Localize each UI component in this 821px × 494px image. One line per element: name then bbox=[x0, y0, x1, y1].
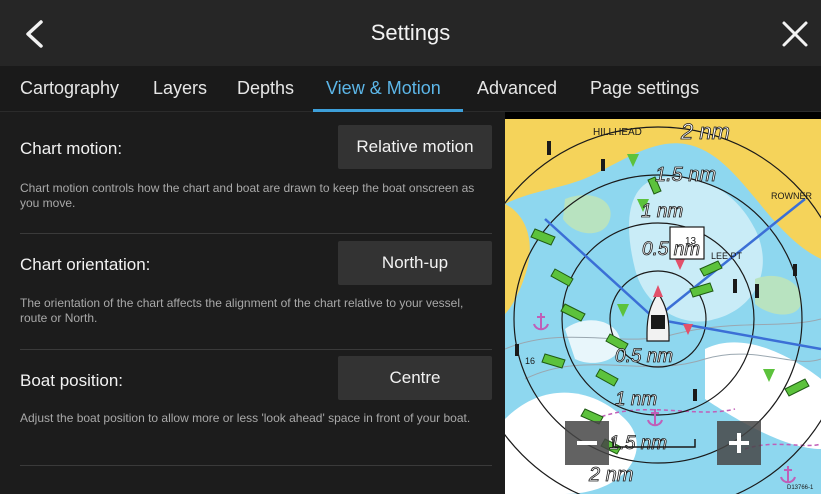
tab-layers[interactable]: Layers bbox=[153, 78, 207, 99]
beacon-icon bbox=[693, 389, 697, 401]
boat-position-description: Adjust the boat position to allow more o… bbox=[20, 411, 471, 425]
range-label: 1 nm bbox=[641, 201, 683, 222]
place-label: LEE PT bbox=[711, 251, 743, 261]
beacon-icon bbox=[601, 159, 605, 171]
close-icon bbox=[782, 21, 808, 47]
range-label: 2 nm bbox=[680, 119, 730, 144]
range-label: 0.5 nm bbox=[615, 346, 673, 367]
place-label: ROWNER bbox=[771, 191, 812, 201]
tab-bar: Cartography Layers Depths View & Motion … bbox=[0, 66, 821, 112]
minus-icon bbox=[577, 441, 597, 445]
beacon-icon bbox=[515, 344, 519, 356]
range-label: 1.5 nm bbox=[655, 164, 716, 186]
chart-motion-button[interactable]: Relative motion bbox=[338, 125, 492, 169]
tab-advanced[interactable]: Advanced bbox=[477, 78, 557, 99]
chart-orientation-description: The orientation of the chart affects the… bbox=[20, 296, 464, 325]
boat-position-button[interactable]: Centre bbox=[338, 356, 492, 400]
chart-preview[interactable]: 13 16 HILLHEAD ROWNER LEE PT 2 nm 1.5 nm… bbox=[505, 119, 821, 494]
tab-page-settings[interactable]: Page settings bbox=[590, 78, 699, 99]
nautical-chart: 13 16 HILLHEAD ROWNER LEE PT 2 nm 1.5 nm… bbox=[505, 119, 821, 494]
place-label: HILLHEAD bbox=[593, 127, 642, 138]
beacon-icon bbox=[547, 141, 551, 155]
tab-depths[interactable]: Depths bbox=[237, 78, 294, 99]
zoom-out-button[interactable] bbox=[565, 421, 609, 465]
tab-view-motion[interactable]: View & Motion bbox=[326, 78, 441, 99]
divider bbox=[20, 349, 492, 350]
close-button[interactable] bbox=[775, 14, 815, 54]
plus-icon bbox=[729, 433, 749, 453]
chart-motion-label: Chart motion: bbox=[20, 139, 123, 158]
chart-motion-description: Chart motion controls how the chart and … bbox=[20, 181, 475, 210]
divider bbox=[20, 233, 492, 234]
chart-orientation-label: Chart orientation: bbox=[20, 255, 151, 274]
page-title: Settings bbox=[370, 20, 451, 45]
settings-panel: Chart motion: Relative motion Chart moti… bbox=[0, 112, 505, 494]
chart-orientation-button[interactable]: North-up bbox=[338, 241, 492, 285]
zoom-in-button[interactable] bbox=[717, 421, 761, 465]
range-label: 1 nm bbox=[615, 389, 657, 410]
beacon-icon bbox=[755, 284, 759, 298]
range-label: 1.5 nm bbox=[609, 433, 667, 454]
range-label: 0.5 nm bbox=[642, 239, 700, 260]
depth-label: 16 bbox=[525, 356, 535, 366]
tab-cartography[interactable]: Cartography bbox=[20, 78, 119, 99]
beacon-icon bbox=[793, 264, 797, 276]
range-label: 2 nm bbox=[588, 464, 633, 486]
boat-position-label: Boat position: bbox=[20, 371, 124, 390]
title-bar: Settings bbox=[0, 0, 821, 66]
chart-code: D13766-1 bbox=[787, 485, 814, 491]
divider bbox=[20, 465, 492, 466]
beacon-icon bbox=[733, 279, 737, 293]
